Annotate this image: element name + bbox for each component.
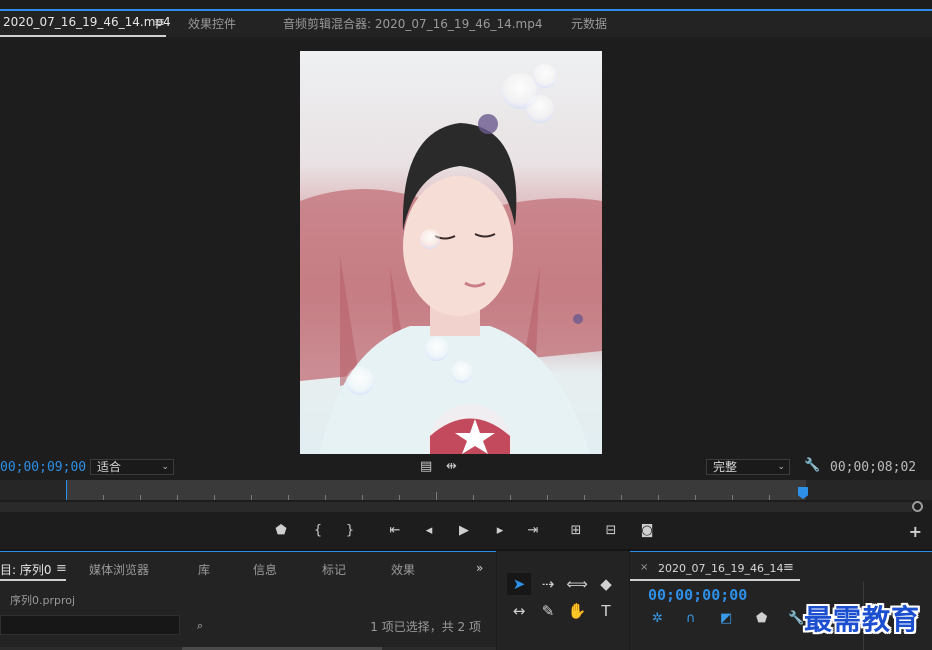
settings-arrows-icon[interactable]: ⇹ <box>446 459 457 474</box>
tab-media-browser[interactable]: 媒体浏览器 <box>89 561 149 578</box>
timeline-timecode[interactable]: 00;00;00;00 <box>648 586 747 604</box>
add-marker-icon[interactable]: ⬟ <box>272 523 290 538</box>
find-bin-icon[interactable]: ⌕ <box>197 619 211 632</box>
wrench-icon[interactable]: 🔧 <box>804 458 820 473</box>
track-select-tool-icon[interactable]: ⇢ <box>536 573 560 595</box>
in-out-range[interactable] <box>66 480 806 500</box>
in-point-marker[interactable] <box>66 480 67 500</box>
tab-info[interactable]: 信息 <box>253 561 277 578</box>
step-back-icon[interactable]: ◂ <box>420 523 438 538</box>
safe-margins-icon[interactable]: ▤ <box>420 459 432 474</box>
nest-sequence-icon[interactable]: ✲ <box>652 611 663 626</box>
zoom-scrollbar[interactable] <box>0 502 912 512</box>
tab-audio-clip-mixer[interactable]: 音频剪辑混合器: 2020_07_16_19_46_14.mp4 <box>283 15 543 32</box>
ripple-edit-tool-icon[interactable]: ⟺ <box>565 573 589 595</box>
chevron-down-icon: ⌄ <box>777 462 785 472</box>
pen-tool-icon[interactable]: ✎ <box>536 600 560 622</box>
fit-zoom-select[interactable]: 适合 ⌄ <box>90 459 174 475</box>
tab-markers[interactable]: 标记 <box>322 561 346 578</box>
tools-panel: ➤ ⇢ ⟺ ◆ ↔ ✎ ✋ T <box>497 551 629 650</box>
hamburger-menu-icon[interactable]: ≡ <box>56 561 67 576</box>
tab-effects[interactable]: 效果 <box>391 561 415 578</box>
add-marker-icon[interactable]: ⬟ <box>756 611 767 626</box>
type-tool-icon[interactable]: T <box>594 600 618 622</box>
tab-metadata[interactable]: 元数据 <box>571 15 607 32</box>
project-panel: 目: 序列0 ≡ 媒体浏览器 库 信息 标记 效果 » 序列0.prproj ⌕… <box>0 551 496 650</box>
playback-resolution-select[interactable]: 完整 ⌄ <box>706 459 790 475</box>
active-tab-underline <box>630 579 800 581</box>
tab-effect-controls[interactable]: 效果控件 <box>188 15 236 32</box>
watermark-logo: 最需教育 <box>804 603 921 636</box>
wrench-icon[interactable]: 🔧 <box>788 611 804 626</box>
tab-project[interactable]: 目: 序列0 <box>0 561 52 578</box>
panel-focus-border <box>630 551 932 552</box>
overwrite-icon[interactable]: ⊟ <box>602 523 620 538</box>
program-video-preview[interactable] <box>300 51 602 454</box>
export-frame-camera-icon[interactable]: ◙ <box>638 523 656 538</box>
panel-overflow-icon[interactable]: » <box>476 561 483 575</box>
panel-focus-border <box>0 551 496 552</box>
hamburger-menu-icon[interactable]: ≡ <box>154 15 165 30</box>
go-to-in-icon[interactable]: ⇤ <box>386 523 404 538</box>
source-monitor-tabbar: 2020_07_16_19_46_14.mp4 ≡ 效果控件 音频剪辑混合器: … <box>0 11 932 37</box>
selection-tool-icon[interactable]: ➤ <box>507 573 531 595</box>
selection-status: 1 项已选择，共 2 项 <box>370 620 481 634</box>
sequence-tab-name[interactable]: 2020_07_16_19_46_14 <box>658 562 783 575</box>
active-tab-underline <box>0 35 166 37</box>
chevron-down-icon: ⌄ <box>161 462 169 472</box>
project-file-name: 序列0.prproj <box>10 594 76 607</box>
add-button-icon[interactable]: + <box>909 522 922 541</box>
mark-in-icon[interactable]: { <box>309 523 327 538</box>
hand-tool-icon[interactable]: ✋ <box>565 600 589 622</box>
playback-resolution-value: 完整 <box>713 460 738 474</box>
fit-zoom-value: 适合 <box>97 460 122 474</box>
linked-selection-icon[interactable]: ◩ <box>720 611 732 626</box>
tab-source-clip[interactable]: 2020_07_16_19_46_14.mp4 <box>3 15 171 29</box>
go-to-out-icon[interactable]: ⇥ <box>524 523 542 538</box>
playhead-timecode[interactable]: 00;00;09;00 <box>0 460 86 475</box>
close-icon[interactable]: × <box>640 562 648 573</box>
tab-libraries[interactable]: 库 <box>198 561 210 578</box>
video-frame-image <box>300 64 602 454</box>
hamburger-menu-icon[interactable]: ≡ <box>783 560 794 575</box>
duration-timecode: 00;00;08;02 <box>830 460 917 475</box>
insert-icon[interactable]: ⊞ <box>567 523 585 538</box>
snap-magnet-icon[interactable]: ∩ <box>686 611 696 626</box>
slip-tool-icon[interactable]: ↔ <box>507 600 531 622</box>
mark-out-icon[interactable]: } <box>341 523 359 538</box>
active-tab-underline <box>0 579 66 581</box>
step-forward-icon[interactable]: ▸ <box>491 523 509 538</box>
zoom-scroll-handle[interactable] <box>912 501 923 512</box>
search-input[interactable] <box>0 615 180 635</box>
razor-tool-icon[interactable]: ◆ <box>594 573 618 595</box>
play-icon[interactable]: ▶ <box>455 523 473 538</box>
